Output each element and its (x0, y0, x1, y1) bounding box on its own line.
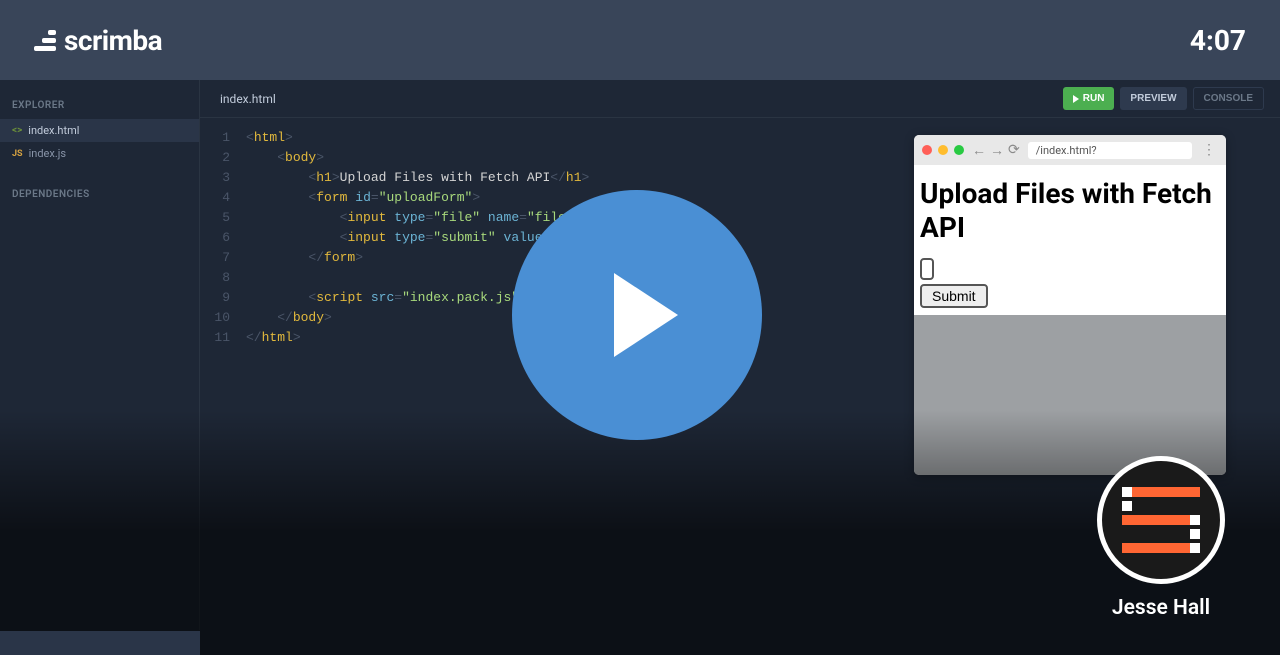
html-file-icon: <> (12, 125, 22, 136)
minimize-icon[interactable] (938, 145, 948, 155)
line-number: 2 (200, 148, 246, 168)
logo-text: scrimba (64, 24, 162, 57)
avatar-logo-icon (1122, 487, 1200, 553)
browser-chrome: ← → ⟳ /index.html? ⋮ (914, 135, 1226, 165)
line-number: 11 (200, 328, 246, 348)
avatar[interactable] (1097, 456, 1225, 584)
submit-button[interactable]: Submit (920, 284, 988, 308)
dependencies-heading: DEPENDENCIES (0, 181, 199, 208)
file-name: index.js (29, 147, 66, 160)
active-tab[interactable]: index.html (220, 92, 276, 106)
run-button[interactable]: RUN (1063, 87, 1115, 110)
traffic-lights (922, 145, 964, 155)
console-button[interactable]: CONSOLE (1193, 87, 1264, 110)
editor-tabs: index.html RUN PREVIEW CONSOLE (200, 80, 1280, 118)
video-duration: 4:07 (1190, 24, 1246, 57)
line-number: 6 (200, 228, 246, 248)
reload-icon[interactable]: ⟳ (1008, 142, 1020, 159)
maximize-icon[interactable] (954, 145, 964, 155)
logo[interactable]: scrimba (34, 24, 162, 57)
preview-button[interactable]: PREVIEW (1120, 87, 1186, 110)
author-badge: Jesse Hall (1097, 456, 1225, 620)
line-number: 3 (200, 168, 246, 188)
close-icon[interactable] (922, 145, 932, 155)
file-item-index-html[interactable]: <> index.html (0, 119, 199, 142)
play-button[interactable] (512, 190, 762, 440)
scrimba-logo-icon (34, 30, 56, 51)
line-number: 1 (200, 128, 246, 148)
file-name: index.html (28, 124, 79, 137)
back-icon[interactable]: ← (972, 142, 986, 159)
line-number: 5 (200, 208, 246, 228)
editor-buttons: RUN PREVIEW CONSOLE (1063, 87, 1264, 110)
kebab-menu-icon[interactable]: ⋮ (1200, 142, 1218, 158)
js-file-icon: JS (12, 149, 23, 159)
line-number: 4 (200, 188, 246, 208)
browser-nav-icons: ← → ⟳ (972, 142, 1020, 159)
header: scrimba 4:07 (0, 0, 1280, 80)
forward-icon[interactable]: → (990, 142, 1004, 159)
page-heading: Upload Files with Fetch API (920, 177, 1220, 244)
line-number: 7 (200, 248, 246, 268)
author-name: Jesse Hall (1112, 596, 1210, 620)
sidebar: EXPLORER <> index.html JS index.js DEPEN… (0, 80, 200, 630)
bottom-accent (0, 631, 200, 655)
browser-overlay-lower (914, 315, 1226, 475)
file-item-index-js[interactable]: JS index.js (0, 142, 199, 165)
url-bar[interactable]: /index.html? (1028, 142, 1192, 159)
line-number: 10 (200, 308, 246, 328)
browser-preview: ← → ⟳ /index.html? ⋮ Upload Files with F… (914, 135, 1226, 475)
explorer-heading: EXPLORER (0, 92, 199, 119)
line-number: 8 (200, 268, 246, 288)
browser-content: Upload Files with Fetch API Submit (914, 165, 1226, 315)
file-input[interactable] (920, 258, 934, 280)
line-number: 9 (200, 288, 246, 308)
